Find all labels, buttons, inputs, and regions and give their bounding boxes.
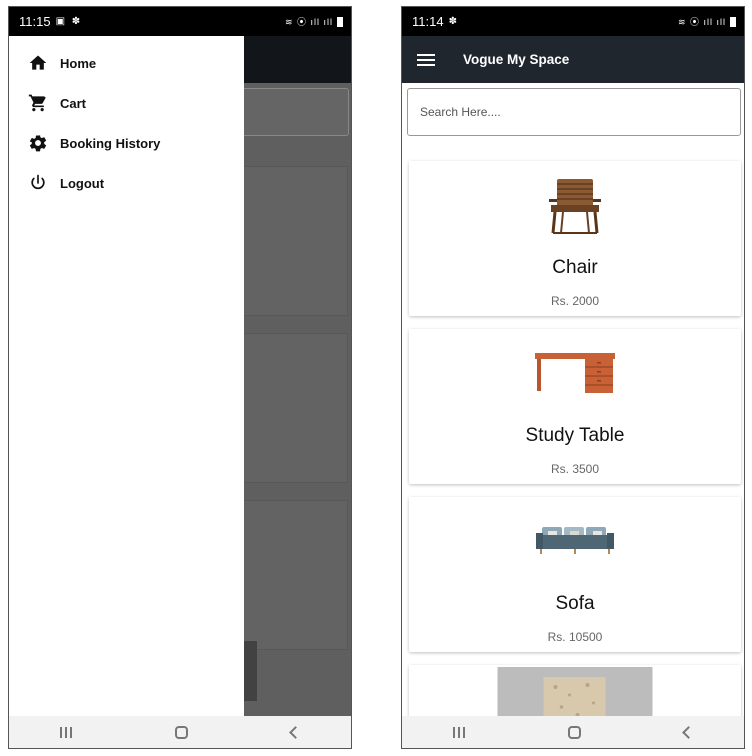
home-button[interactable] <box>174 725 188 739</box>
status-bar: 11:15 ▣ ✽ ≋ ⦿ ıll ıll <box>9 7 351 36</box>
drawer-item-booking-history[interactable]: Booking History <box>9 123 244 163</box>
phone-screen-drawer: 11:15 ▣ ✽ ≋ ⦿ ıll ıll Home Cart Booking … <box>8 6 352 749</box>
recent-apps-button[interactable] <box>60 726 73 738</box>
product-price: Rs. 3500 <box>550 462 600 476</box>
signal-icon: ≋ ⦿ ıll ıll <box>677 17 726 27</box>
product-card-study-table[interactable]: Study Table Rs. 3500 <box>409 329 741 484</box>
cart-icon <box>28 94 46 112</box>
recent-apps-button[interactable] <box>453 726 466 738</box>
status-time: 11:14 <box>412 14 444 29</box>
app-bar: Vogue My Space <box>402 36 744 83</box>
navigation-drawer: Home Cart Booking History Logout <box>9 36 244 716</box>
back-button[interactable] <box>288 725 302 739</box>
notification-icons: ▣ ✽ <box>55 16 83 27</box>
notification-icons: ✽ <box>448 16 459 27</box>
phone-screen-products: 11:14 ✽ ≋ ⦿ ıll ıll Vogue My Space Chair… <box>401 6 745 749</box>
chair-image <box>549 179 601 234</box>
drawer-item-cart[interactable]: Cart <box>9 83 244 123</box>
home-icon <box>29 55 47 70</box>
product-card-sofa[interactable]: Sofa Rs. 10500 <box>409 497 741 652</box>
signal-icon: ≋ ⦿ ıll ıll <box>284 17 333 27</box>
app-title: Vogue My Space <box>463 52 570 67</box>
drawer-item-label: Cart <box>60 95 87 111</box>
system-icons: ≋ ⦿ ıll ıll <box>285 15 343 28</box>
home-button[interactable] <box>567 725 581 739</box>
drawer-item-logout[interactable]: Logout <box>9 163 244 203</box>
product-card-chair[interactable]: Chair Rs. 2000 <box>409 161 741 316</box>
system-nav-bar <box>402 716 744 748</box>
system-icons: ≋ ⦿ ıll ıll <box>678 15 736 28</box>
product-name: Chair <box>552 257 598 278</box>
menu-icon[interactable] <box>417 51 435 69</box>
battery-icon <box>337 16 343 27</box>
study-table-image <box>535 353 615 393</box>
drawer-item-label: Logout <box>60 175 105 191</box>
drawer-item-home[interactable]: Home <box>9 43 244 83</box>
product-name: Study Table <box>525 425 625 446</box>
search-input[interactable] <box>407 88 741 136</box>
drawer-item-label: Home <box>60 55 97 71</box>
product-price: Rs. 10500 <box>547 630 603 644</box>
drawer-item-label: Booking History <box>60 135 161 151</box>
back-button[interactable] <box>681 725 695 739</box>
status-bar: 11:14 ✽ ≋ ⦿ ıll ıll <box>402 7 744 36</box>
gear-icon <box>29 135 47 152</box>
product-name: Sofa <box>555 593 595 614</box>
power-icon <box>31 174 45 190</box>
sofa-image <box>536 527 614 554</box>
system-nav-bar <box>9 716 351 748</box>
product-price: Rs. 2000 <box>550 294 600 308</box>
battery-icon <box>730 16 736 27</box>
status-time: 11:15 <box>19 14 51 29</box>
